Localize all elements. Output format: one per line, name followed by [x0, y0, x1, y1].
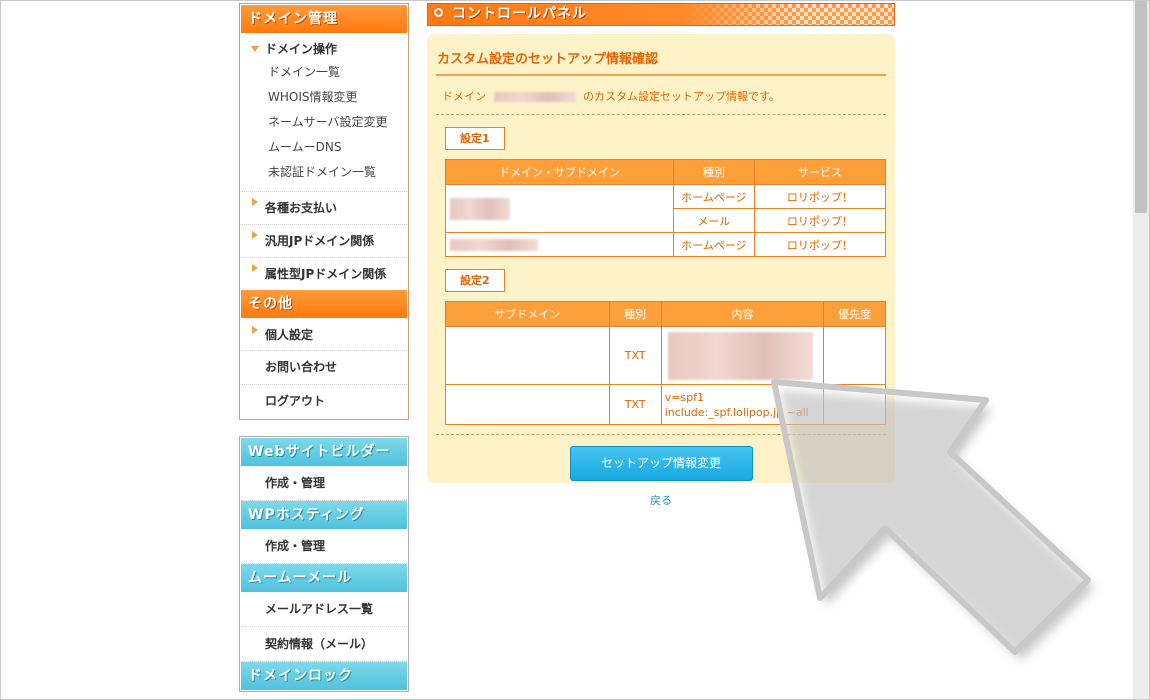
- table-row: ホームページ ロリポップ！: [444, 184, 887, 233]
- domain-cell: [444, 184, 675, 233]
- type-cell: メール: [673, 208, 755, 233]
- gear-icon: [432, 6, 445, 19]
- setting1-label: 設定1: [445, 127, 505, 150]
- triangle-down-icon: [251, 46, 259, 52]
- subdomain-cell: [445, 384, 610, 425]
- content-cell: v=spf1 include:_spf.lolipop.jp ~all: [660, 384, 825, 425]
- intro-text: ドメイン のカスタム設定セットアップ情報です。: [436, 76, 886, 115]
- mail-contract-info-link[interactable]: 契約情報（メール）: [241, 627, 407, 662]
- domain-cell: [444, 232, 675, 257]
- type-cell: ホームページ: [673, 232, 755, 257]
- column-header: 種別: [608, 301, 662, 327]
- control-panel-header: コントロールパネル: [427, 3, 895, 26]
- triangle-right-icon: [252, 264, 258, 272]
- domain-management-box: ドメイン管理 ドメイン操作 ドメイン一覧 WHOIS情報変更 ネームサーバ設定変…: [239, 3, 409, 420]
- intro-suffix: のカスタム設定セットアップ情報です。: [583, 90, 780, 103]
- sidebar-item-personal-settings[interactable]: 個人設定: [241, 318, 407, 351]
- domain-ops-label: ドメイン操作: [265, 42, 338, 56]
- priority-cell: [823, 384, 886, 425]
- redacted-domain: [450, 239, 538, 251]
- service-cell: ロリポップ！: [753, 232, 887, 257]
- sidebar-item-contact[interactable]: お問い合わせ: [241, 351, 407, 385]
- domain-ops-group: ドメイン操作 ドメイン一覧 WHOIS情報変更 ネームサーバ設定変更 ムームーD…: [241, 33, 407, 192]
- domain-ops-category[interactable]: ドメイン操作: [241, 39, 407, 60]
- domain-management-header: ドメイン管理: [241, 5, 407, 33]
- wp-hosting-header: WPホスティング: [241, 501, 407, 529]
- redacted-domain: [450, 197, 510, 220]
- services-box: Webサイトビルダー 作成・管理 WPホスティング 作成・管理 ムームーメール …: [239, 436, 409, 692]
- priority-cell: [823, 326, 886, 385]
- type-cell: ホームページ: [673, 184, 755, 209]
- other-header: その他: [241, 290, 407, 318]
- control-panel-title: コントロールパネル: [452, 6, 587, 22]
- website-builder-manage-link[interactable]: 作成・管理: [241, 466, 407, 501]
- sidebar-item-unverified-domains[interactable]: 未認証ドメイン一覧: [241, 160, 407, 185]
- payments-label: 各種お支払い: [265, 201, 338, 215]
- wp-hosting-manage-link[interactable]: 作成・管理: [241, 529, 407, 564]
- column-header: サブドメイン: [445, 301, 610, 327]
- triangle-right-icon: [252, 198, 258, 206]
- domain-lock-header: ドメインロック: [241, 662, 407, 690]
- page-title: カスタム設定のセットアップ情報確認: [436, 40, 886, 76]
- table-row: TXT v=spf1 include:_spf.lolipop.jp ~all: [445, 384, 886, 425]
- panel-actions: セットアップ情報変更 戻る: [436, 434, 886, 508]
- general-jp-label: 汎用JPドメイン関係: [265, 234, 375, 248]
- subdomain-cell: [445, 326, 610, 385]
- type-cell: TXT: [608, 326, 662, 385]
- table-row: ホームページ ロリポップ！: [444, 232, 887, 257]
- sidebar-item-domain-list[interactable]: ドメイン一覧: [241, 60, 407, 85]
- attribute-jp-label: 属性型JPドメイン関係: [265, 267, 387, 281]
- redacted-content: [667, 331, 813, 380]
- sidebar-item-payments[interactable]: 各種お支払い: [241, 192, 407, 225]
- content-cell: [660, 326, 825, 385]
- sidebar-item-attribute-jp[interactable]: 属性型JPドメイン関係: [241, 258, 407, 290]
- triangle-right-icon: [252, 326, 258, 334]
- vertical-scrollbar[interactable]: [1133, 1, 1149, 699]
- type-cell: TXT: [608, 384, 662, 425]
- change-setup-button[interactable]: セットアップ情報変更: [569, 446, 753, 481]
- muumuu-mail-header: ムームーメール: [241, 564, 407, 592]
- website-builder-header: Webサイトビルダー: [241, 438, 407, 466]
- sidebar-item-whois[interactable]: WHOIS情報変更: [241, 85, 407, 110]
- table-row: TXT: [445, 326, 886, 385]
- column-header: 内容: [660, 301, 825, 327]
- service-cell: ロリポップ！: [753, 184, 887, 209]
- mail-address-list-link[interactable]: メールアドレス一覧: [241, 592, 407, 627]
- setting1-table: ドメイン・サブドメイン 種別 サービス ホームページ ロリポップ！ メール ロリ…: [444, 159, 887, 257]
- service-cell: ロリポップ！: [753, 208, 887, 233]
- personal-settings-label: 個人設定: [265, 328, 314, 342]
- column-header: ドメイン・サブドメイン: [444, 159, 675, 185]
- redacted-domain: [493, 92, 576, 102]
- back-link[interactable]: 戻る: [436, 492, 886, 508]
- main-content: コントロールパネル カスタム設定のセットアップ情報確認 ドメイン のカスタム設定…: [427, 3, 895, 507]
- setup-info-panel: カスタム設定のセットアップ情報確認 ドメイン のカスタム設定セットアップ情報です…: [427, 34, 895, 507]
- triangle-right-icon: [252, 231, 258, 239]
- sidebar-item-muumuu-dns[interactable]: ムームーDNS: [241, 135, 407, 160]
- scrollbar-thumb[interactable]: [1135, 1, 1147, 213]
- setting2-label: 設定2: [445, 269, 505, 292]
- intro-prefix: ドメイン: [442, 90, 486, 103]
- column-header: サービス: [753, 159, 887, 185]
- sidebar: ドメイン管理 ドメイン操作 ドメイン一覧 WHOIS情報変更 ネームサーバ設定変…: [239, 3, 409, 692]
- sidebar-item-logout[interactable]: ログアウト: [241, 385, 407, 418]
- sidebar-item-nameserver[interactable]: ネームサーバ設定変更: [241, 110, 407, 135]
- column-header: 種別: [673, 159, 755, 185]
- sidebar-item-general-jp[interactable]: 汎用JPドメイン関係: [241, 225, 407, 258]
- setting2-table: サブドメイン 種別 内容 優先度 TXT TXT v=spf1 include:…: [445, 301, 886, 425]
- column-header: 優先度: [823, 301, 886, 327]
